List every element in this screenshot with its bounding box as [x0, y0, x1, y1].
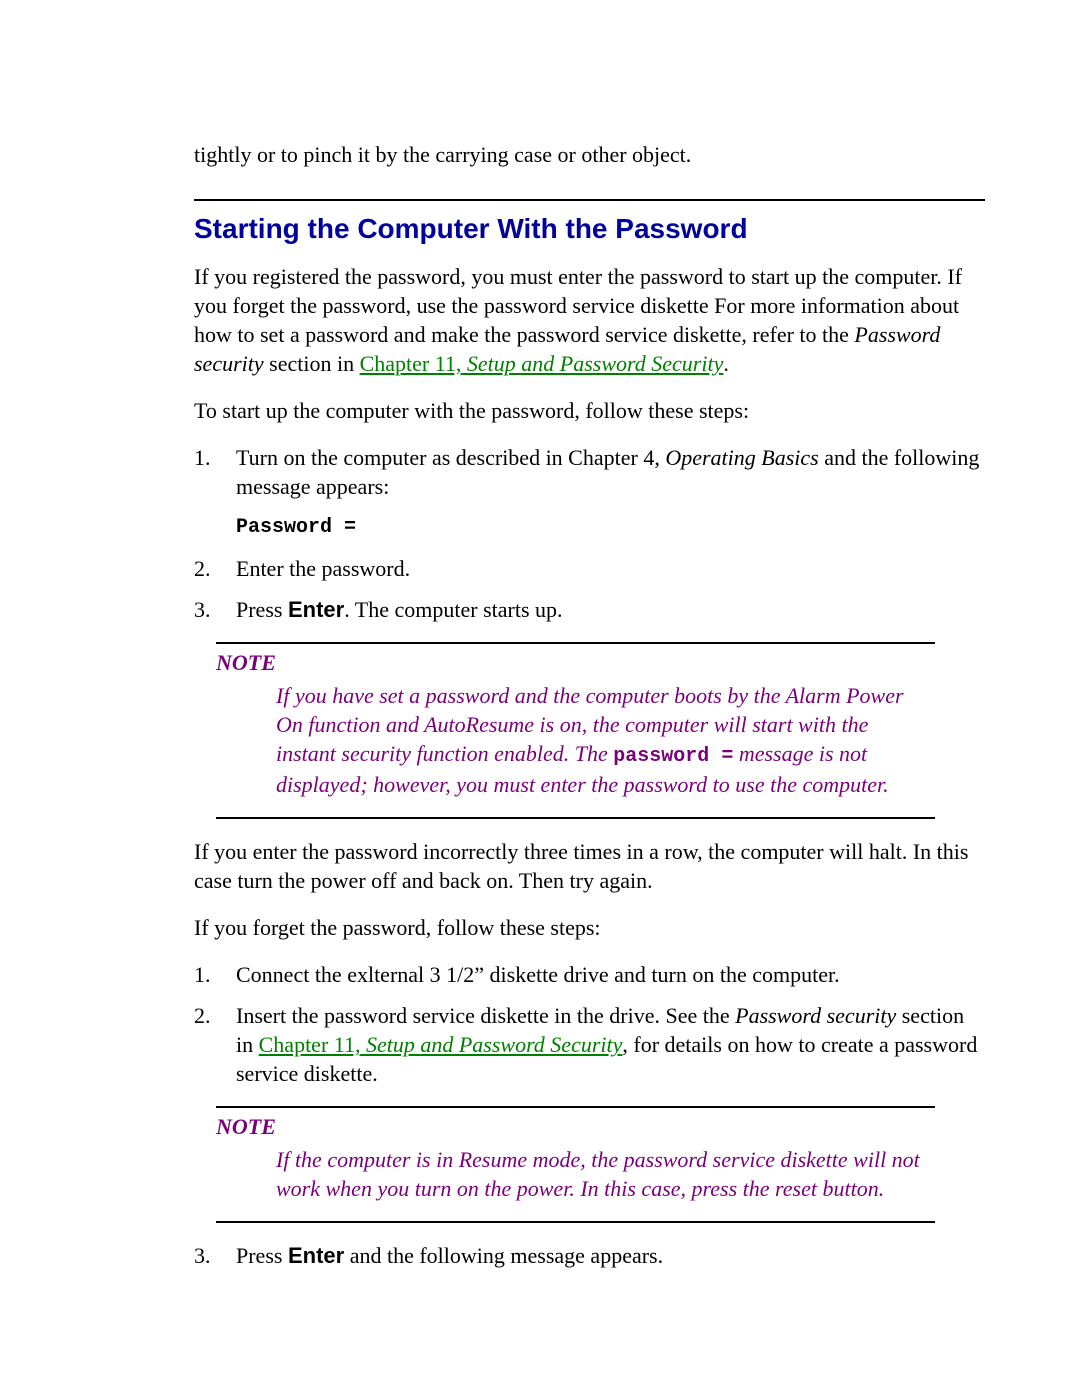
- note-label: NOTE: [216, 648, 935, 677]
- note1-mono: password =: [613, 745, 733, 768]
- fstep2-pre: Insert the password service diskette in …: [236, 1003, 735, 1028]
- startup-instruction: To start up the computer with the passwo…: [194, 396, 985, 425]
- note-rule-bottom: [216, 817, 935, 819]
- password-prompt: Password =: [236, 515, 985, 541]
- step1-ital: Operating Basics: [665, 445, 818, 470]
- xref-chapter-label-b: Chapter 11,: [259, 1032, 361, 1057]
- incorrect-password-paragraph: If you enter the password incorrectly th…: [194, 837, 985, 895]
- enter-key: Enter: [288, 597, 344, 622]
- fstep3-post: and the following message appears.: [344, 1243, 663, 1268]
- intro-paragraph: If you registered the password, you must…: [194, 262, 985, 378]
- note-rule-top: [216, 642, 935, 644]
- note-body-2: If the computer is in Resume mode, the p…: [276, 1145, 935, 1203]
- startup-steps: Turn on the computer as described in Cha…: [194, 443, 985, 624]
- step3-pre: Press: [236, 597, 288, 622]
- xref-chapter-label: Chapter 11,: [360, 351, 462, 376]
- note-rule-top-2: [216, 1106, 935, 1108]
- xref-chapter-11[interactable]: Chapter 11, Setup and Password Security: [360, 351, 724, 376]
- xref-chapter-11-b[interactable]: Chapter 11, Setup and Password Security: [259, 1032, 623, 1057]
- section-heading: Starting the Computer With the Password: [194, 211, 985, 248]
- intro-post: .: [723, 351, 729, 376]
- forget-step-1: Connect the exlternal 3 1/2” diskette dr…: [194, 960, 985, 989]
- intro-mid: section in: [264, 351, 360, 376]
- forget-instruction: If you forget the password, follow these…: [194, 913, 985, 942]
- startup-step-2: Enter the password.: [194, 554, 985, 583]
- fragment-top: tightly or to pinch it by the carrying c…: [194, 140, 985, 169]
- fstep2-ital: Password security: [735, 1003, 896, 1028]
- note-body-1: If you have set a password and the compu…: [276, 681, 935, 799]
- xref-chapter-title: Setup and Password Security: [461, 351, 723, 376]
- step1-pre: Turn on the computer as described in Cha…: [236, 445, 665, 470]
- note-block-1: NOTE If you have set a password and the …: [216, 648, 985, 800]
- forget-step-2: Insert the password service diskette in …: [194, 1001, 985, 1088]
- note-rule-bottom-2: [216, 1221, 935, 1223]
- document-page: tightly or to pinch it by the carrying c…: [0, 0, 1080, 1397]
- startup-step-1: Turn on the computer as described in Cha…: [194, 443, 985, 541]
- forget-steps-a: Connect the exlternal 3 1/2” diskette dr…: [194, 960, 985, 1088]
- fstep3-pre: Press: [236, 1243, 288, 1268]
- forget-step-3: Press Enter and the following message ap…: [194, 1241, 985, 1270]
- xref-chapter-title-b: Setup and Password Security: [360, 1032, 622, 1057]
- section-rule: [194, 199, 985, 201]
- step3-post: . The computer starts up.: [344, 597, 562, 622]
- startup-step-3: Press Enter. The computer starts up.: [194, 595, 985, 624]
- note-block-2: NOTE If the computer is in Resume mode, …: [216, 1112, 985, 1203]
- enter-key-2: Enter: [288, 1243, 344, 1268]
- intro-pre: If you registered the password, you must…: [194, 264, 962, 347]
- note-label-2: NOTE: [216, 1112, 935, 1141]
- forget-steps-b: Press Enter and the following message ap…: [194, 1241, 985, 1270]
